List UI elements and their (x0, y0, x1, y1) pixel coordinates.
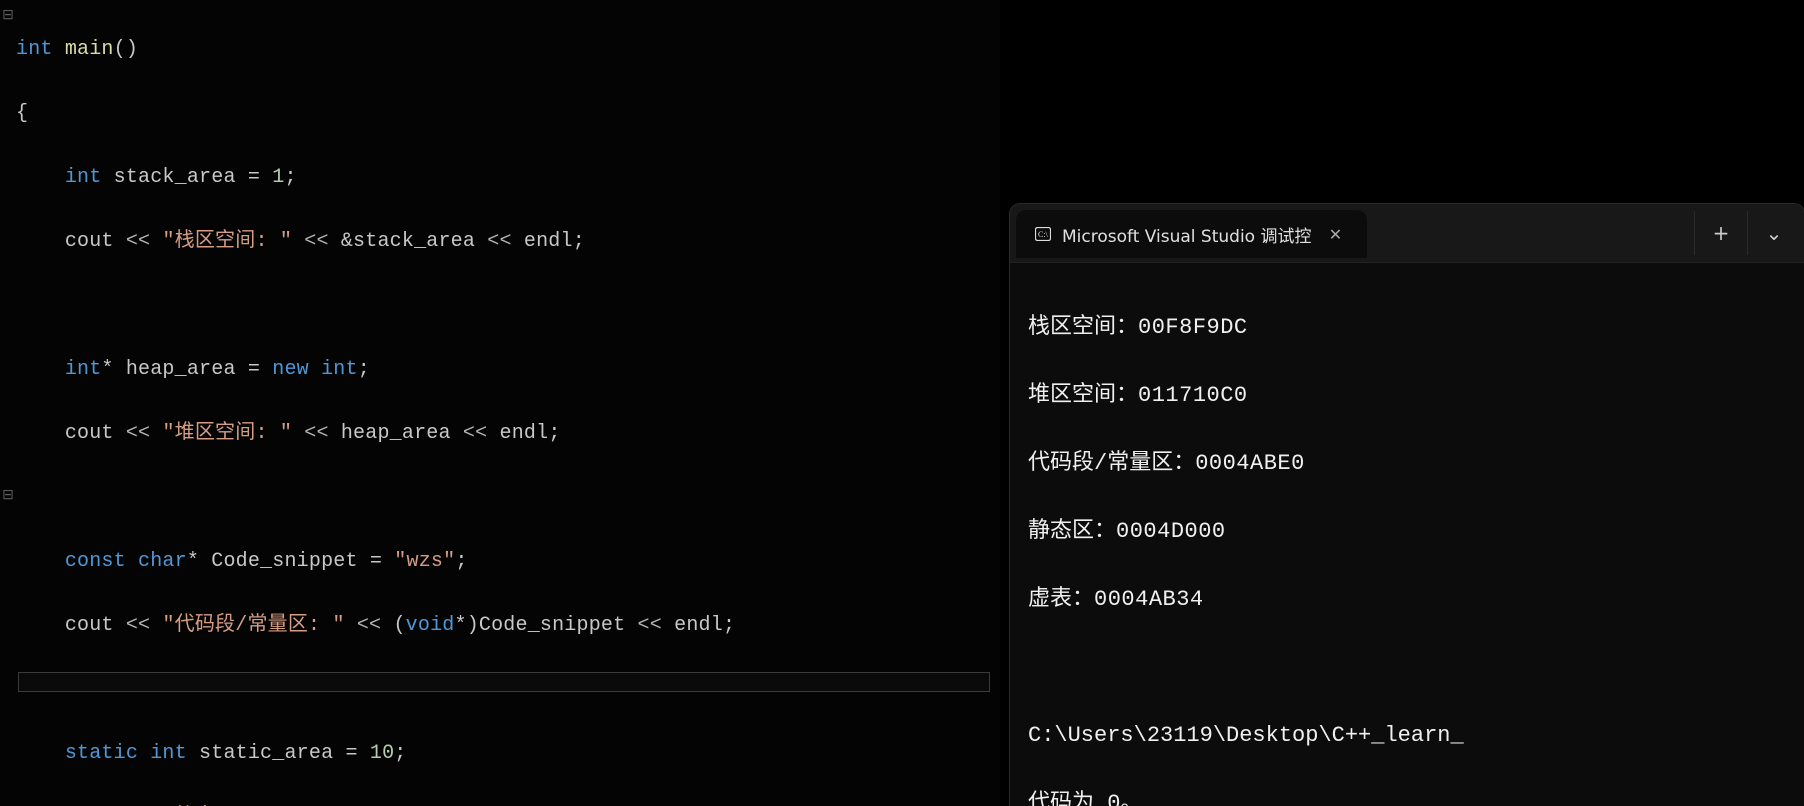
id-codesnip-ref: Code_snippet (479, 614, 625, 637)
op-eq: = (248, 166, 260, 189)
terminal-tab-close-icon[interactable]: ✕ (1321, 225, 1349, 244)
kw-int-heap: int (65, 358, 102, 381)
str-wzs: "wzs" (394, 550, 455, 573)
kw-void: void (406, 614, 455, 637)
terminal-new-tab-button[interactable]: + (1694, 211, 1747, 255)
paren-close: ) (467, 614, 479, 637)
terminal-tab-active[interactable]: C:\ Microsoft Visual Studio 调试控 ✕ (1016, 210, 1367, 258)
op-shl: << (126, 230, 150, 253)
op-shl4: << (126, 422, 150, 445)
str-stack: "栈区空间: " (162, 230, 292, 253)
out-stack-label: 栈区空间： (1028, 315, 1138, 340)
id-endl3: endl (674, 614, 723, 637)
heap-star: * (101, 358, 113, 381)
out-static-val: 0004D000 (1116, 519, 1226, 544)
op-shl5: << (304, 422, 328, 445)
id-codesnippet: Code_snippet (211, 550, 357, 573)
op-shl9: << (638, 614, 662, 637)
svg-text:C:\: C:\ (1038, 230, 1049, 239)
kw-static: static (65, 742, 138, 765)
out-static-label: 静态区： (1028, 519, 1116, 544)
terminal-tabbar: C:\ Microsoft Visual Studio 调试控 ✕ + ⌄ (1010, 204, 1804, 263)
id-staticarea: static_area (199, 742, 333, 765)
id-cout3: cout (65, 614, 114, 637)
id-heaparea: heap_area (126, 358, 236, 381)
num-10: 10 (370, 742, 394, 765)
op-shl3: << (487, 230, 511, 253)
kw-int-heap2: int (321, 358, 358, 381)
kw-int-static: int (150, 742, 187, 765)
out-heap-label: 堆区空间： (1028, 383, 1138, 408)
terminal-window: C:\ Microsoft Visual Studio 调试控 ✕ + ⌄ 栈区… (1010, 204, 1804, 806)
op-shl2: << (304, 230, 328, 253)
void-star: * (454, 614, 466, 637)
out-vtable-val: 0004AB34 (1094, 587, 1204, 612)
id-cout2: cout (65, 422, 114, 445)
terminal-icon: C:\ (1034, 225, 1052, 243)
terminal-controls: + ⌄ (1694, 204, 1804, 262)
amp-stack: &stack_area (341, 230, 475, 253)
kw-int-stack: int (65, 166, 102, 189)
kw-new: new (272, 358, 309, 381)
terminal-tab-title: Microsoft Visual Studio 调试控 (1062, 222, 1311, 247)
kw-const: const (65, 550, 126, 573)
paren-open: ( (393, 614, 405, 637)
num-1: 1 (272, 166, 284, 189)
id-heapref: heap_area (341, 422, 451, 445)
id-cout: cout (65, 230, 114, 253)
terminal-dropdown-button[interactable]: ⌄ (1747, 211, 1800, 255)
brace-open: { (16, 102, 28, 125)
out-codeseg-label: 代码段/常量区： (1028, 451, 1195, 476)
op-shl7: << (126, 614, 150, 637)
id-endl: endl (524, 230, 573, 253)
star-char: * (187, 550, 199, 573)
id-endl2: endl (500, 422, 549, 445)
out-vtable-label: 虚表： (1028, 587, 1094, 612)
code-editor[interactable]: ⊟ ⊟ int main() { int stack_area = 1; cou… (0, 0, 1000, 806)
out-codeseg-val: 0004ABE0 (1195, 451, 1305, 476)
out-stack-val: 00F8F9DC (1138, 315, 1248, 340)
out-exitcode: 代码为 0。 (1028, 787, 1786, 806)
editor-caret-line[interactable] (18, 672, 990, 692)
str-codeseg: "代码段/常量区: " (162, 614, 344, 637)
out-heap-val: 011710C0 (1138, 383, 1248, 408)
op-shl8: << (357, 614, 381, 637)
out-path: C:\Users\23119\Desktop\C++_learn_ (1028, 719, 1786, 753)
op-shl6: << (463, 422, 487, 445)
id-stackarea: stack_area (114, 166, 236, 189)
str-heap: "堆区空间: " (162, 422, 292, 445)
kw-char: char (138, 550, 187, 573)
terminal-output[interactable]: 栈区空间：00F8F9DC 堆区空间：011710C0 代码段/常量区：0004… (1010, 263, 1804, 806)
fn-main: main (65, 38, 114, 61)
kw-int: int (16, 38, 53, 61)
